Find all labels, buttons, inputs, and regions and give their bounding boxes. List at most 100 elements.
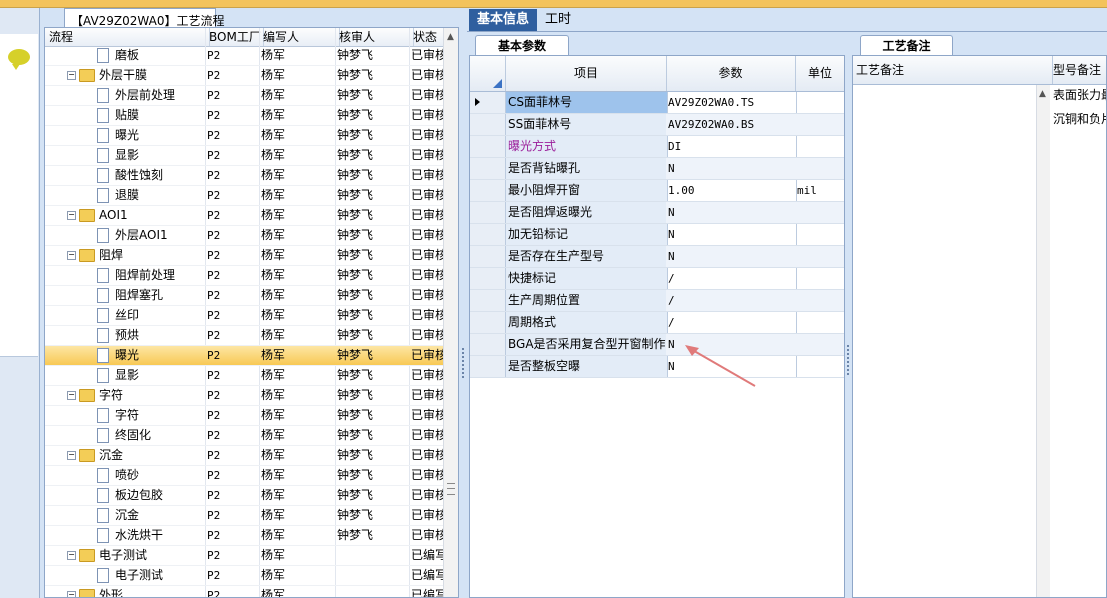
tree-node[interactable]: − 阻焊 <box>45 246 227 265</box>
param-row[interactable]: 是否阻焊返曝光 N <box>470 202 844 224</box>
row-selector[interactable] <box>470 246 506 267</box>
param-unit-cell[interactable] <box>795 92 844 113</box>
param-value-cell[interactable]: / <box>666 312 797 333</box>
expand-toggle-icon[interactable]: − <box>67 71 76 80</box>
tree-row[interactable]: − 电子测试 P2 杨军 已编写 <box>45 546 447 566</box>
column-header-param[interactable]: 参数 <box>666 56 796 91</box>
tree-row[interactable]: − 沉金 P2 杨军 钟梦飞 已审核 <box>45 446 447 466</box>
param-unit-cell[interactable] <box>795 290 844 311</box>
tree-row[interactable]: 沉金 P2 杨军 钟梦飞 已审核 <box>45 506 447 526</box>
tree-row[interactable]: 终固化 P2 杨军 钟梦飞 已审核 <box>45 426 447 446</box>
param-row[interactable]: 是否背钻曝孔 N <box>470 158 844 180</box>
tree-row[interactable]: 外层AOI1 P2 杨军 钟梦飞 已审核 <box>45 226 447 246</box>
tree-row[interactable]: − AOI1 P2 杨军 钟梦飞 已审核 <box>45 206 447 226</box>
column-header-unit[interactable]: 单位 <box>795 56 844 91</box>
tree-row[interactable]: 曝光 P2 杨军 钟梦飞 已审核 <box>45 346 447 366</box>
tab-process-notes[interactable]: 工艺备注 <box>860 35 953 55</box>
param-unit-cell[interactable] <box>795 224 844 245</box>
param-value-cell[interactable]: AV29Z02WA0.BS <box>666 114 797 135</box>
tree-row[interactable]: 显影 P2 杨军 钟梦飞 已审核 <box>45 366 447 386</box>
param-value-cell[interactable]: 1.00 <box>666 180 797 201</box>
param-unit-cell[interactable] <box>795 334 844 355</box>
param-row[interactable]: 最小阻焊开窗 1.00 mil <box>470 180 844 202</box>
tree-node[interactable]: − 字符 <box>45 386 227 405</box>
param-unit-cell[interactable] <box>795 356 844 377</box>
tree-row[interactable]: − 外层干膜 P2 杨军 钟梦飞 已审核 <box>45 66 447 86</box>
tree-node[interactable]: − 外层干膜 <box>45 66 227 85</box>
tree-row[interactable]: 水洗烘干 P2 杨军 钟梦飞 已审核 <box>45 526 447 546</box>
chat-bubble-icon[interactable] <box>8 49 30 70</box>
row-selector[interactable] <box>470 334 506 355</box>
param-unit-cell[interactable] <box>795 312 844 333</box>
column-header-item[interactable]: 项目 <box>506 56 667 91</box>
param-value-cell[interactable]: N <box>666 158 797 179</box>
tree-panel-tab[interactable]: 【AV29Z02WA0】工艺流程 <box>64 8 224 28</box>
tree-row[interactable]: − 阻焊 P2 杨军 钟梦飞 已审核 <box>45 246 447 266</box>
param-unit-cell[interactable]: mil <box>795 180 844 201</box>
column-header-process[interactable]: 流程 <box>45 28 210 46</box>
grid-corner[interactable] <box>470 56 506 91</box>
param-unit-cell[interactable] <box>795 202 844 223</box>
expand-toggle-icon[interactable]: − <box>67 211 76 220</box>
tree-node[interactable]: − 外形 <box>45 586 227 597</box>
row-selector[interactable] <box>470 268 506 289</box>
tree-row[interactable]: 酸性蚀刻 P2 杨军 钟梦飞 已审核 <box>45 166 447 186</box>
param-row[interactable]: 曝光方式 DI <box>470 136 844 158</box>
param-row[interactable]: 生产周期位置 / <box>470 290 844 312</box>
expand-toggle-icon[interactable]: − <box>67 391 76 400</box>
tree-row[interactable]: 贴膜 P2 杨军 钟梦飞 已审核 <box>45 106 447 126</box>
param-unit-cell[interactable] <box>795 246 844 267</box>
column-header-writer[interactable]: 编写人 <box>259 28 340 46</box>
column-header-model-notes[interactable]: 型号备注 <box>1050 56 1106 84</box>
param-value-cell[interactable]: N <box>666 202 797 223</box>
row-selector[interactable] <box>470 180 506 201</box>
param-row[interactable]: BGA是否采用复合型开窗制作 N <box>470 334 844 356</box>
tab-hours[interactable]: 工时 <box>537 9 579 31</box>
row-selector[interactable] <box>470 290 506 311</box>
tree-row[interactable]: 电子测试 P2 杨军 已编写 <box>45 566 447 586</box>
tree-node[interactable]: − 沉金 <box>45 446 227 465</box>
row-selector[interactable] <box>470 224 506 245</box>
tree-node[interactable]: − 电子测试 <box>45 546 227 565</box>
tree-vertical-scrollbar[interactable]: ▲ <box>443 28 458 597</box>
tree-row[interactable]: 曝光 P2 杨军 钟梦飞 已审核 <box>45 126 447 146</box>
right-splitter[interactable] <box>845 55 852 598</box>
expand-toggle-icon[interactable]: − <box>67 451 76 460</box>
tree-row[interactable]: 显影 P2 杨军 钟梦飞 已审核 <box>45 146 447 166</box>
expand-toggle-icon[interactable]: − <box>67 251 76 260</box>
param-value-cell[interactable]: / <box>666 290 797 311</box>
param-row[interactable]: SS面菲林号 AV29Z02WA0.BS <box>470 114 844 136</box>
param-row[interactable]: 是否存在生产型号 N <box>470 246 844 268</box>
param-row[interactable]: CS面菲林号 AV29Z02WA0.TS <box>470 92 844 114</box>
tree-row[interactable]: 阻焊前处理 P2 杨军 钟梦飞 已审核 <box>45 266 447 286</box>
column-header-bom[interactable]: BOM工厂 <box>205 28 264 46</box>
notes-vertical-scrollbar[interactable]: ▲ <box>1036 85 1050 597</box>
param-row[interactable]: 快捷标记 / <box>470 268 844 290</box>
tree-row[interactable]: 阻焊塞孔 P2 杨军 钟梦飞 已审核 <box>45 286 447 306</box>
tree-node[interactable]: − AOI1 <box>45 206 227 225</box>
param-unit-cell[interactable] <box>795 114 844 135</box>
param-value-cell[interactable]: / <box>666 268 797 289</box>
row-selector[interactable] <box>470 158 506 179</box>
tree-row[interactable]: − 字符 P2 杨军 钟梦飞 已审核 <box>45 386 447 406</box>
left-splitter[interactable] <box>460 8 467 598</box>
row-selector[interactable] <box>470 312 506 333</box>
row-selector[interactable] <box>470 202 506 223</box>
tree-row[interactable]: 退膜 P2 杨军 钟梦飞 已审核 <box>45 186 447 206</box>
param-unit-cell[interactable] <box>795 158 844 179</box>
tree-row[interactable]: 丝印 P2 杨军 钟梦飞 已审核 <box>45 306 447 326</box>
scroll-grip-icon[interactable] <box>447 483 455 495</box>
param-value-cell[interactable]: DI <box>666 136 797 157</box>
expand-toggle-icon[interactable]: − <box>67 551 76 560</box>
param-value-cell[interactable]: AV29Z02WA0.TS <box>666 92 797 113</box>
param-unit-cell[interactable] <box>795 268 844 289</box>
param-row[interactable]: 是否整板空曝 N <box>470 356 844 378</box>
tree-row[interactable]: − 外形 P2 杨军 已编写 <box>45 586 447 597</box>
row-selector[interactable] <box>470 114 506 135</box>
tree-row[interactable]: 外层前处理 P2 杨军 钟梦飞 已审核 <box>45 86 447 106</box>
param-row[interactable]: 周期格式 / <box>470 312 844 334</box>
row-selector[interactable] <box>470 356 506 377</box>
tree-row[interactable]: 喷砂 P2 杨军 钟梦飞 已审核 <box>45 466 447 486</box>
scroll-up-icon[interactable]: ▲ <box>447 32 454 42</box>
row-selector[interactable] <box>470 92 506 113</box>
